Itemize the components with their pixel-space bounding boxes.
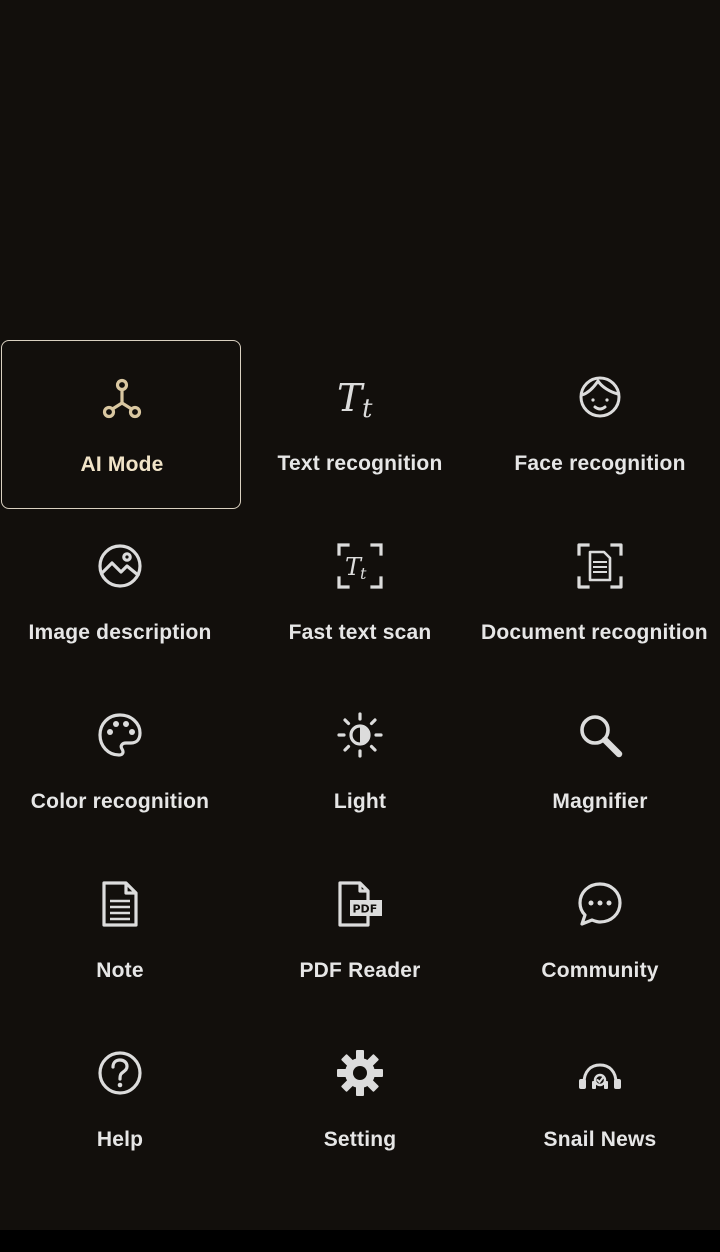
gear-icon [336,1049,384,1097]
magnifier-icon [576,711,624,759]
tile-face-recognition[interactable]: Face recognition [480,340,720,509]
pdf-icon: PDF [336,880,384,928]
tile-label: AI Mode [80,453,164,476]
svg-text:T: T [337,376,365,420]
face-icon [576,373,624,421]
tile-light[interactable]: Light [240,678,480,847]
tile-text-recognition[interactable]: T t Text recognition [240,340,480,509]
chat-bubble-icon [576,880,624,928]
tile-label: Community [541,959,659,982]
tile-label: Setting [323,1128,397,1151]
tile-community[interactable]: Community [480,847,720,1016]
tile-help[interactable]: Help [0,1016,240,1185]
document-scan-icon [576,542,624,590]
ai-mode-icon [98,374,146,422]
help-icon [96,1049,144,1097]
tile-label: PDF Reader [299,959,421,982]
tile-note[interactable]: Note [0,847,240,1016]
tile-pdf-reader[interactable]: PDF PDF Reader [240,847,480,1016]
svg-text:t: t [360,564,367,583]
tile-label: Snail News [543,1128,657,1151]
fast-text-scan-icon: T t [336,542,384,590]
tile-color-recognition[interactable]: Color recognition [0,678,240,847]
svg-text:PDF: PDF [353,903,378,916]
tile-label: Document recognition [481,621,708,644]
tile-label: Face recognition [514,452,686,475]
app-screen: AI Mode T t Text recognition Face recogn… [0,0,720,1252]
tile-label: Note [96,959,144,982]
svg-text:t: t [362,394,373,421]
feature-grid: AI Mode T t Text recognition Face recogn… [0,340,720,1185]
bottom-system-bar [0,1230,720,1252]
tile-label: Fast text scan [288,621,432,644]
tile-ai-mode[interactable]: AI Mode [1,340,241,509]
tile-label: Magnifier [552,790,648,813]
tile-image-description[interactable]: Image description [0,509,240,678]
tile-label: Light [333,790,387,813]
tile-magnifier[interactable]: Magnifier [480,678,720,847]
tile-label: Help [96,1128,144,1151]
tile-document-recognition[interactable]: Document recognition [480,509,720,678]
note-icon [96,880,144,928]
news-headphones-icon [576,1049,624,1097]
light-sun-icon [336,711,384,759]
tile-label: Text recognition [277,452,443,475]
text-tt-icon: T t [336,373,384,421]
palette-icon [96,711,144,759]
tile-snail-news[interactable]: Snail News [480,1016,720,1185]
tile-fast-text-scan[interactable]: T t Fast text scan [240,509,480,678]
tile-label: Color recognition [30,790,210,813]
image-icon [96,542,144,590]
tile-setting[interactable]: Setting [240,1016,480,1185]
tile-label: Image description [28,621,212,644]
